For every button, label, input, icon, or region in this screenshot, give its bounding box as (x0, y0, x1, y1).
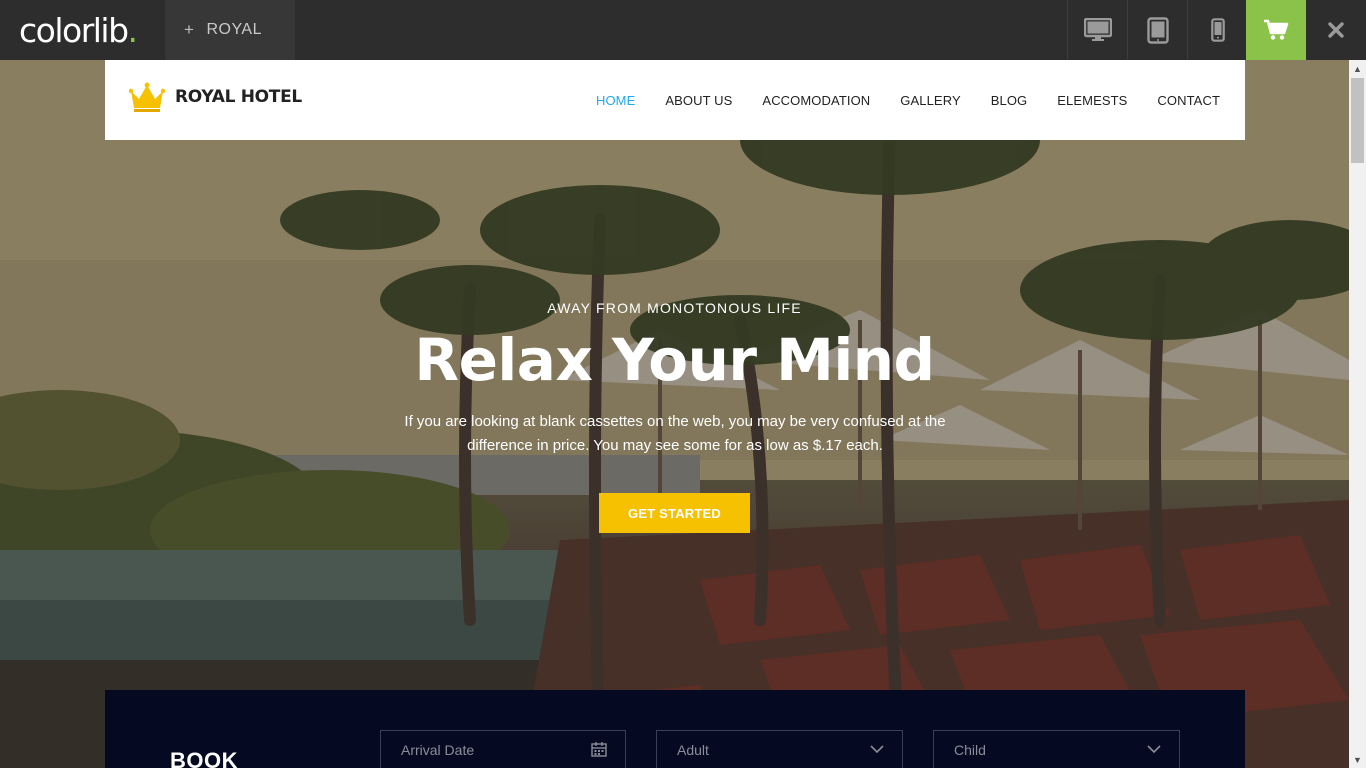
close-icon (1328, 22, 1344, 38)
cart-icon (1264, 19, 1289, 40)
scroll-down-arrow-icon[interactable]: ▼ (1349, 751, 1366, 768)
colorlib-logo[interactable]: colorlib. (0, 0, 165, 60)
nav-gallery[interactable]: GALLERY (900, 93, 960, 108)
buy-button[interactable] (1246, 0, 1306, 60)
scroll-up-arrow-icon[interactable]: ▲ (1349, 60, 1366, 77)
arrival-date-input[interactable]: Arrival Date (380, 730, 626, 768)
site-header: ROYAL HOTEL HOME ABOUT US ACCOMODATION G… (105, 60, 1245, 140)
get-started-button[interactable]: GET STARTED (599, 493, 750, 533)
booking-title: BOOK (170, 748, 238, 768)
calendar-icon (591, 742, 607, 757)
hero-kicker: AWAY FROM MONOTONOUS LIFE (547, 300, 802, 316)
logo-text: ROYAL HOTEL (175, 87, 302, 107)
arrival-date-placeholder: Arrival Date (401, 742, 475, 758)
crown-icon (129, 82, 165, 112)
nav-contact[interactable]: CONTACT (1157, 93, 1220, 108)
close-preview-button[interactable] (1306, 0, 1366, 60)
scrollbar-thumb[interactable] (1351, 78, 1364, 163)
tablet-icon (1146, 16, 1169, 44)
template-name: ROYAL (206, 21, 262, 38)
chevron-down-icon (1147, 745, 1161, 754)
adult-select[interactable]: Adult (656, 730, 903, 768)
nav-about-us[interactable]: ABOUT US (665, 93, 732, 108)
booking-form: BOOK Arrival Date Adult Child (105, 690, 1245, 768)
tablet-view-button[interactable] (1127, 0, 1187, 60)
hero-description: If you are looking at blank cassettes on… (404, 413, 946, 454)
child-select[interactable]: Child (933, 730, 1180, 768)
nav-blog[interactable]: BLOG (991, 93, 1028, 108)
brand-name: colorlib (19, 10, 129, 50)
mobile-view-button[interactable] (1187, 0, 1247, 60)
site-logo[interactable]: ROYAL HOTEL (129, 82, 302, 112)
preview-topbar: colorlib. + ROYAL (0, 0, 1366, 60)
template-selector[interactable]: + ROYAL (165, 0, 295, 60)
plus-icon: + (184, 20, 195, 39)
nav-elements[interactable]: ELEMESTS (1057, 93, 1127, 108)
desktop-icon (1083, 18, 1112, 41)
nav-home[interactable]: HOME (596, 93, 635, 108)
hero-headline: Relax Your Mind (414, 326, 935, 394)
nav-accomodation[interactable]: ACCOMODATION (762, 93, 870, 108)
chevron-down-icon (870, 745, 884, 754)
desktop-view-button[interactable] (1067, 0, 1127, 60)
main-nav: HOME ABOUT US ACCOMODATION GALLERY BLOG … (566, 60, 1220, 140)
child-select-value: Child (954, 742, 986, 758)
brand-dot: . (127, 10, 139, 50)
page-scrollbar[interactable]: ▲ ▼ (1349, 60, 1366, 768)
mobile-icon (1210, 18, 1225, 42)
adult-select-value: Adult (677, 742, 709, 758)
